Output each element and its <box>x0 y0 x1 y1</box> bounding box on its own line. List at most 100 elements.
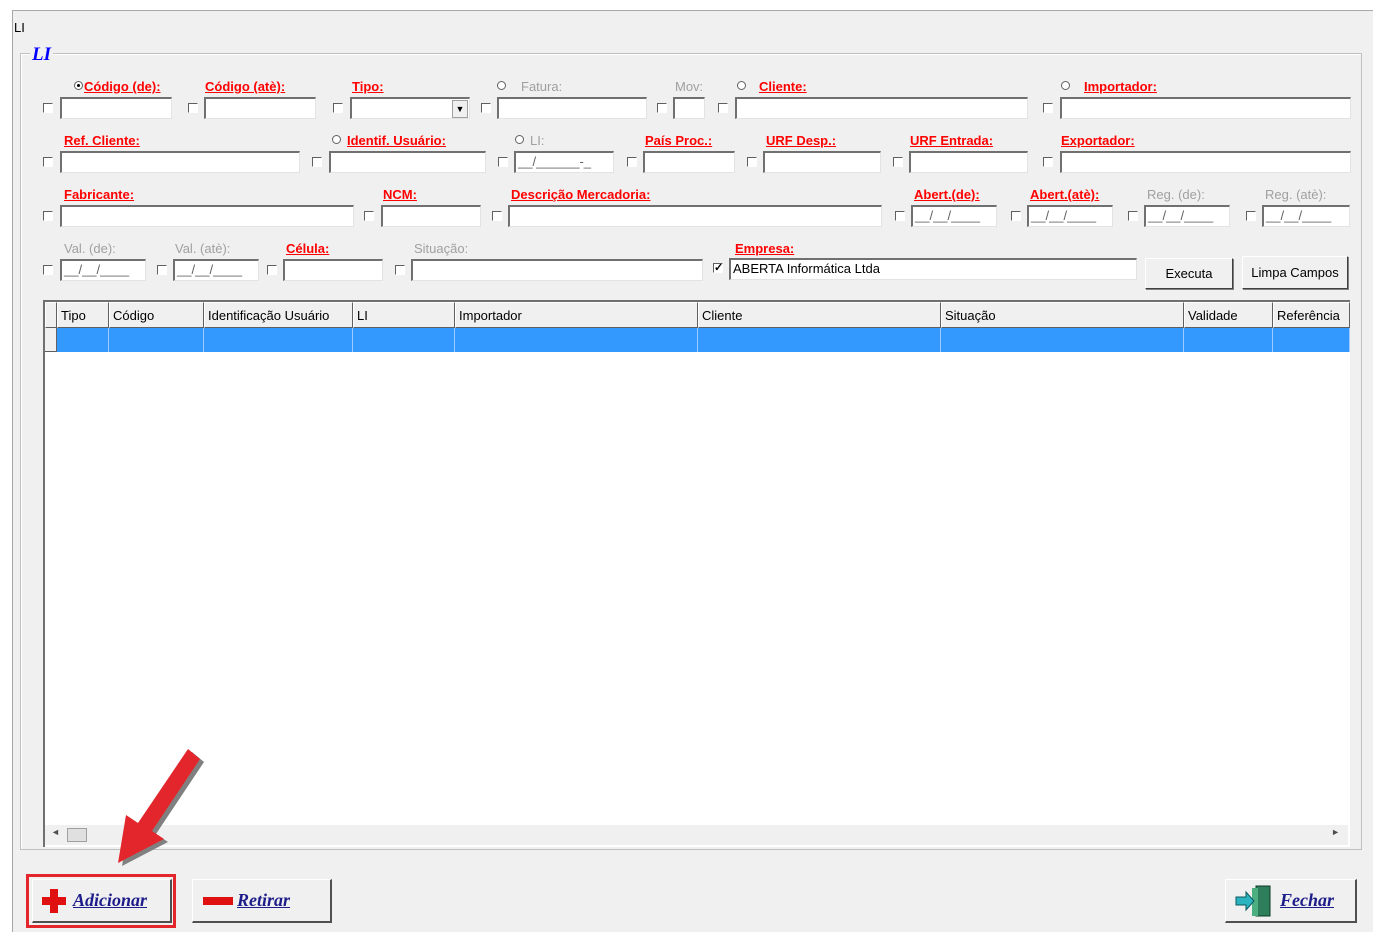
cell[interactable] <box>109 328 204 352</box>
grid-header: Tipo Código Identificação Usuário LI Imp… <box>45 302 1350 328</box>
limpa-campos-button[interactable]: Limpa Campos <box>1242 256 1348 289</box>
identif-usuario-input[interactable] <box>329 151 486 173</box>
col-li[interactable]: LI <box>353 302 455 328</box>
label-cliente: Cliente: <box>759 79 807 94</box>
urf-desp-checkbox[interactable] <box>747 157 757 167</box>
annotation-arrow-icon <box>118 749 204 866</box>
reg-de-checkbox[interactable] <box>1128 211 1138 221</box>
descricao-checkbox[interactable] <box>492 211 502 221</box>
celula-input[interactable] <box>283 259 383 281</box>
celula-checkbox[interactable] <box>267 265 277 275</box>
label-codigo-ate: Código (atè): <box>205 79 286 94</box>
cliente-input[interactable] <box>735 97 1028 119</box>
executa-label: Executa <box>1165 266 1213 281</box>
cell[interactable] <box>57 328 109 352</box>
col-tipo[interactable]: Tipo <box>57 302 109 328</box>
chevron-down-icon[interactable]: ▼ <box>452 100 468 118</box>
val-ate-checkbox[interactable] <box>157 265 167 275</box>
empresa-checkbox[interactable]: ✓ <box>713 263 723 274</box>
ref-cliente-checkbox[interactable] <box>43 157 53 167</box>
ncm-checkbox[interactable] <box>364 211 374 221</box>
results-grid[interactable]: Tipo Código Identificação Usuário LI Imp… <box>43 300 1350 847</box>
urf-entrada-input[interactable] <box>909 151 1028 173</box>
col-importador[interactable]: Importador <box>455 302 698 328</box>
ncm-input[interactable] <box>381 205 481 227</box>
cell[interactable] <box>455 328 698 352</box>
reg-ate-input[interactable]: __/__/____ <box>1262 205 1350 227</box>
situacao-input[interactable] <box>411 259 703 281</box>
cell[interactable] <box>204 328 353 352</box>
col-codigo[interactable]: Código <box>109 302 204 328</box>
importador-radio[interactable] <box>1061 81 1070 90</box>
fatura-input[interactable] <box>497 97 647 119</box>
codigo-ate-checkbox[interactable] <box>188 103 198 113</box>
cell[interactable] <box>1184 328 1273 352</box>
urf-desp-input[interactable] <box>763 151 881 173</box>
label-descricao: Descrição Mercadoria: <box>511 187 651 202</box>
label-urf-entrada: URF Entrada: <box>910 133 994 148</box>
scroll-thumb[interactable] <box>67 828 87 842</box>
cell[interactable] <box>698 328 941 352</box>
col-validade[interactable]: Validade <box>1184 302 1273 328</box>
scroll-right-icon[interactable]: ► <box>1331 827 1340 837</box>
col-referencia[interactable]: Referência <box>1273 302 1350 328</box>
urf-entrada-checkbox[interactable] <box>893 157 903 167</box>
cliente-checkbox[interactable] <box>718 103 728 113</box>
executa-button[interactable]: Executa <box>1145 258 1233 289</box>
cliente-radio[interactable] <box>737 81 746 90</box>
cell[interactable] <box>941 328 1184 352</box>
li-radio[interactable] <box>515 135 524 144</box>
table-row[interactable] <box>45 328 1350 352</box>
label-mov: Mov: <box>675 79 704 94</box>
codigo-radio[interactable] <box>74 81 83 90</box>
abert-ate-checkbox[interactable] <box>1011 211 1021 221</box>
reg-de-input[interactable]: __/__/____ <box>1144 205 1230 227</box>
pais-proc-input[interactable] <box>643 151 735 173</box>
codigo-ate-input[interactable] <box>204 97 316 119</box>
empresa-input[interactable]: ABERTA Informática Ltda <box>729 258 1137 280</box>
abert-de-checkbox[interactable] <box>895 211 905 221</box>
ref-cliente-input[interactable] <box>60 151 300 173</box>
mov-checkbox[interactable] <box>657 103 667 113</box>
reg-ate-checkbox[interactable] <box>1246 211 1256 221</box>
label-li: LI: <box>530 133 545 148</box>
importador-input[interactable] <box>1060 97 1351 119</box>
codigo-de-checkbox[interactable] <box>43 103 53 113</box>
exportador-checkbox[interactable] <box>1043 157 1053 167</box>
col-cliente[interactable]: Cliente <box>698 302 941 328</box>
abert-de-input[interactable]: __/__/____ <box>911 205 997 227</box>
exportador-input[interactable] <box>1060 151 1351 173</box>
fechar-button[interactable]: Fechar <box>1225 879 1357 923</box>
col-situacao[interactable]: Situação <box>941 302 1184 328</box>
abert-ate-input[interactable]: __/__/____ <box>1027 205 1113 227</box>
val-ate-input[interactable]: __/__/____ <box>173 259 259 281</box>
retirar-button[interactable]: Retirar <box>192 879 332 923</box>
li-checkbox[interactable] <box>498 157 508 167</box>
tipo-select[interactable]: ▼ <box>350 97 470 119</box>
pais-proc-checkbox[interactable] <box>627 157 637 167</box>
identif-checkbox[interactable] <box>312 157 322 167</box>
col-identificacao[interactable]: Identificação Usuário <box>204 302 353 328</box>
fatura-checkbox[interactable] <box>481 103 491 113</box>
identif-radio[interactable] <box>332 135 341 144</box>
label-abert-ate: Abert.(atè): <box>1030 187 1100 202</box>
codigo-de-input[interactable] <box>60 97 172 119</box>
fabricante-checkbox[interactable] <box>43 211 53 221</box>
importador-checkbox[interactable] <box>1043 103 1053 113</box>
li-input[interactable]: __/______-_ <box>514 151 614 173</box>
fatura-radio[interactable] <box>497 81 506 90</box>
horizontal-scrollbar[interactable]: ◄ ► <box>45 825 1348 845</box>
fabricante-input[interactable] <box>60 205 354 227</box>
mov-input[interactable] <box>673 97 705 119</box>
tipo-checkbox[interactable] <box>333 103 343 113</box>
val-de-checkbox[interactable] <box>43 265 53 275</box>
val-de-input[interactable]: __/__/____ <box>60 259 146 281</box>
group-caption: LI <box>30 44 53 65</box>
label-pais-proc: País Proc.: <box>645 133 713 148</box>
scroll-left-icon[interactable]: ◄ <box>51 827 60 837</box>
cell[interactable] <box>353 328 455 352</box>
descricao-input[interactable] <box>508 205 882 227</box>
cell[interactable] <box>1273 328 1350 352</box>
situacao-checkbox[interactable] <box>395 265 405 275</box>
limpa-campos-label: Limpa Campos <box>1251 265 1339 280</box>
